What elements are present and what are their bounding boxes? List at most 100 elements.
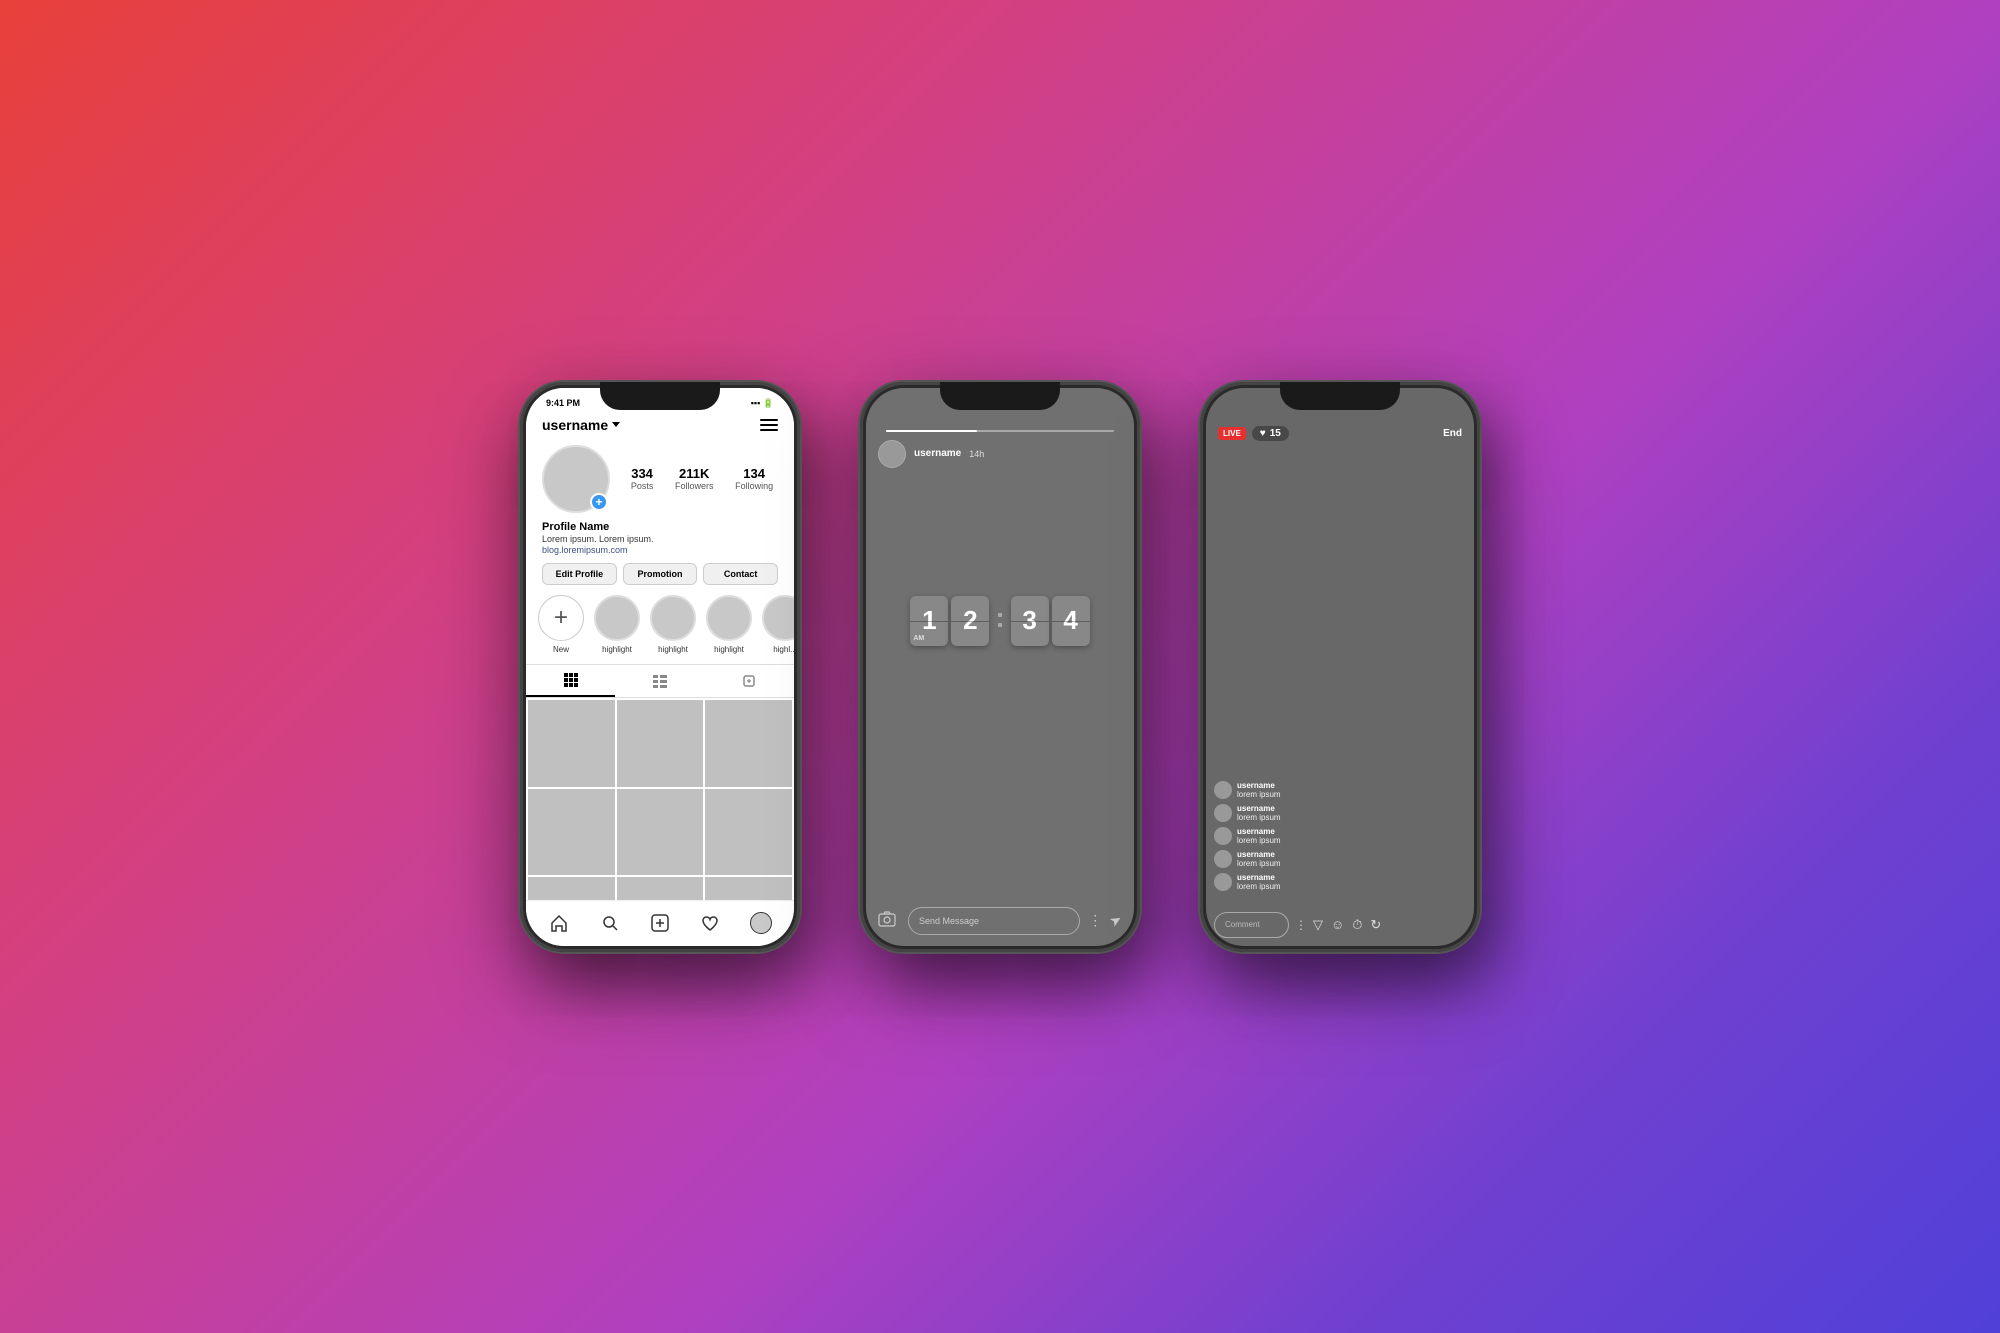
screen-profile: 9:41 PM ▪▪▪ 🔋 username + bbox=[526, 388, 794, 946]
hamburger-menu-icon[interactable] bbox=[760, 419, 778, 431]
new-highlight-button[interactable]: + bbox=[538, 595, 584, 641]
end-live-button[interactable]: End bbox=[1443, 428, 1462, 439]
heart-icon[interactable] bbox=[699, 912, 721, 934]
grid-icon bbox=[564, 673, 578, 687]
tab-list[interactable] bbox=[615, 665, 704, 697]
tab-tagged[interactable] bbox=[705, 665, 794, 697]
comment-body-3: username lorem ipsum bbox=[1237, 827, 1281, 845]
profile-username: username bbox=[542, 417, 608, 433]
comment-text-2: lorem ipsum bbox=[1237, 813, 1281, 822]
highlight-circle-2 bbox=[650, 595, 696, 641]
comment-avatar-1 bbox=[1214, 781, 1232, 799]
send-message-placeholder: Send Message bbox=[919, 916, 979, 926]
timer-icon[interactable]: ⏱ bbox=[1352, 917, 1362, 933]
flip-colon: : bbox=[995, 602, 1004, 634]
highlight-1[interactable]: highlight bbox=[594, 595, 640, 654]
grid-cell-6[interactable] bbox=[705, 789, 792, 876]
flip-m2-digit: 4 bbox=[1063, 605, 1077, 636]
bottom-navbar bbox=[526, 900, 794, 946]
list-icon bbox=[653, 674, 667, 688]
live-options-icon[interactable]: ⋮ bbox=[1295, 918, 1307, 932]
comment-text-1: lorem ipsum bbox=[1237, 790, 1281, 799]
grid-cell-3[interactable] bbox=[705, 700, 792, 787]
grid-cell-5[interactable] bbox=[617, 789, 704, 876]
status-time: 9:41 PM bbox=[546, 398, 580, 408]
bio-link[interactable]: blog.loremipsum.com bbox=[542, 545, 778, 555]
live-comment-input[interactable]: Comment bbox=[1214, 912, 1289, 938]
profile-action-buttons: Edit Profile Promotion Contact bbox=[526, 563, 794, 595]
flip-h2-digit: 2 bbox=[963, 605, 977, 636]
highlight-3[interactable]: highlight bbox=[706, 595, 752, 654]
status-icons: ▪▪▪ 🔋 bbox=[751, 398, 774, 409]
highlight-label-3: highlight bbox=[714, 645, 744, 654]
promotion-button[interactable]: Promotion bbox=[623, 563, 698, 585]
stat-posts: 334 Posts bbox=[631, 466, 654, 491]
comment-avatar-4 bbox=[1214, 850, 1232, 868]
comment-text-3: lorem ipsum bbox=[1237, 836, 1281, 845]
comment-2: username lorem ipsum bbox=[1214, 804, 1466, 822]
avatar-wrap: + bbox=[542, 445, 610, 513]
grid-cell-1[interactable] bbox=[528, 700, 615, 787]
send-message-input[interactable]: Send Message bbox=[908, 907, 1080, 935]
home-icon[interactable] bbox=[548, 912, 570, 934]
camera-icon[interactable] bbox=[878, 910, 900, 932]
contact-button[interactable]: Contact bbox=[703, 563, 778, 585]
flip-camera-icon[interactable]: ↻ bbox=[1370, 917, 1381, 933]
tab-grid[interactable] bbox=[526, 665, 615, 697]
username-row[interactable]: username bbox=[542, 417, 620, 433]
filter-icon[interactable]: ▽ bbox=[1313, 917, 1323, 933]
add-story-button[interactable]: + bbox=[590, 493, 608, 511]
posts-count: 334 bbox=[631, 466, 653, 481]
comment-text-5: lorem ipsum bbox=[1237, 882, 1281, 891]
profile-nav-avatar[interactable] bbox=[750, 912, 772, 934]
flip-minutes: 3 4 bbox=[1011, 596, 1090, 646]
story-time: 14h bbox=[969, 449, 984, 459]
search-icon[interactable] bbox=[599, 912, 621, 934]
grid-cell-4[interactable] bbox=[528, 789, 615, 876]
add-post-icon[interactable] bbox=[649, 912, 671, 934]
following-label: Following bbox=[735, 481, 773, 491]
posts-label: Posts bbox=[631, 481, 654, 491]
story-username: username bbox=[914, 448, 961, 459]
phone-profile: 9:41 PM ▪▪▪ 🔋 username + bbox=[520, 382, 800, 952]
edit-profile-button[interactable]: Edit Profile bbox=[542, 563, 617, 585]
comment-username-2: username bbox=[1237, 804, 1281, 813]
send-story-icon[interactable]: ➤ bbox=[1107, 910, 1126, 931]
flip-h1-digit: 1 bbox=[922, 605, 936, 636]
followers-count: 211K bbox=[679, 466, 709, 481]
followers-label: Followers bbox=[675, 481, 714, 491]
live-footer: Comment ⋮ ▽ ☺ ⏱ ↻ bbox=[1206, 904, 1474, 946]
flip-m1-digit: 3 bbox=[1022, 605, 1036, 636]
flip-am-label: AM bbox=[913, 635, 924, 642]
comment-body-1: username lorem ipsum bbox=[1237, 781, 1281, 799]
tag-icon bbox=[742, 674, 756, 688]
grid-cell-2[interactable] bbox=[617, 700, 704, 787]
highlight-2[interactable]: highlight bbox=[650, 595, 696, 654]
live-comments: username lorem ipsum username lorem ipsu… bbox=[1214, 781, 1466, 896]
highlight-label-2: highlight bbox=[658, 645, 688, 654]
comment-body-5: username lorem ipsum bbox=[1237, 873, 1281, 891]
flip-hours: AM 1 2 bbox=[910, 596, 989, 646]
story-options-icon[interactable]: ⋮ bbox=[1088, 912, 1102, 929]
live-badge: LIVE bbox=[1218, 427, 1246, 440]
phone-story: username 14h AM 1 2 : 3 bbox=[860, 382, 1140, 952]
comment-avatar-2 bbox=[1214, 804, 1232, 822]
live-footer-icons: ▽ ☺ ⏱ ↻ bbox=[1313, 917, 1381, 933]
profile-display-name: Profile Name bbox=[542, 521, 778, 533]
content-tabs bbox=[526, 664, 794, 698]
highlight-4[interactable]: highl... bbox=[762, 595, 794, 654]
emoji-icon[interactable]: ☺ bbox=[1331, 917, 1344, 932]
notch-2 bbox=[940, 382, 1060, 410]
screen-live: LIVE ♥ 15 End username lorem ipsum bbox=[1206, 388, 1474, 946]
highlight-new[interactable]: + New bbox=[538, 595, 584, 654]
highlight-label-1: highlight bbox=[602, 645, 632, 654]
flip-hour-1: AM 1 bbox=[910, 596, 948, 646]
profile-bio: Profile Name Lorem ipsum. Lorem ipsum. b… bbox=[526, 521, 794, 564]
comment-avatar-5 bbox=[1214, 873, 1232, 891]
profile-stats: 334 Posts 211K Followers 134 Following bbox=[626, 466, 778, 491]
highlight-label-4: highl... bbox=[773, 645, 794, 654]
comment-username-5: username bbox=[1237, 873, 1281, 882]
comment-1: username lorem ipsum bbox=[1214, 781, 1466, 799]
chevron-down-icon bbox=[612, 422, 620, 427]
flip-min-2: 4 bbox=[1052, 596, 1090, 646]
